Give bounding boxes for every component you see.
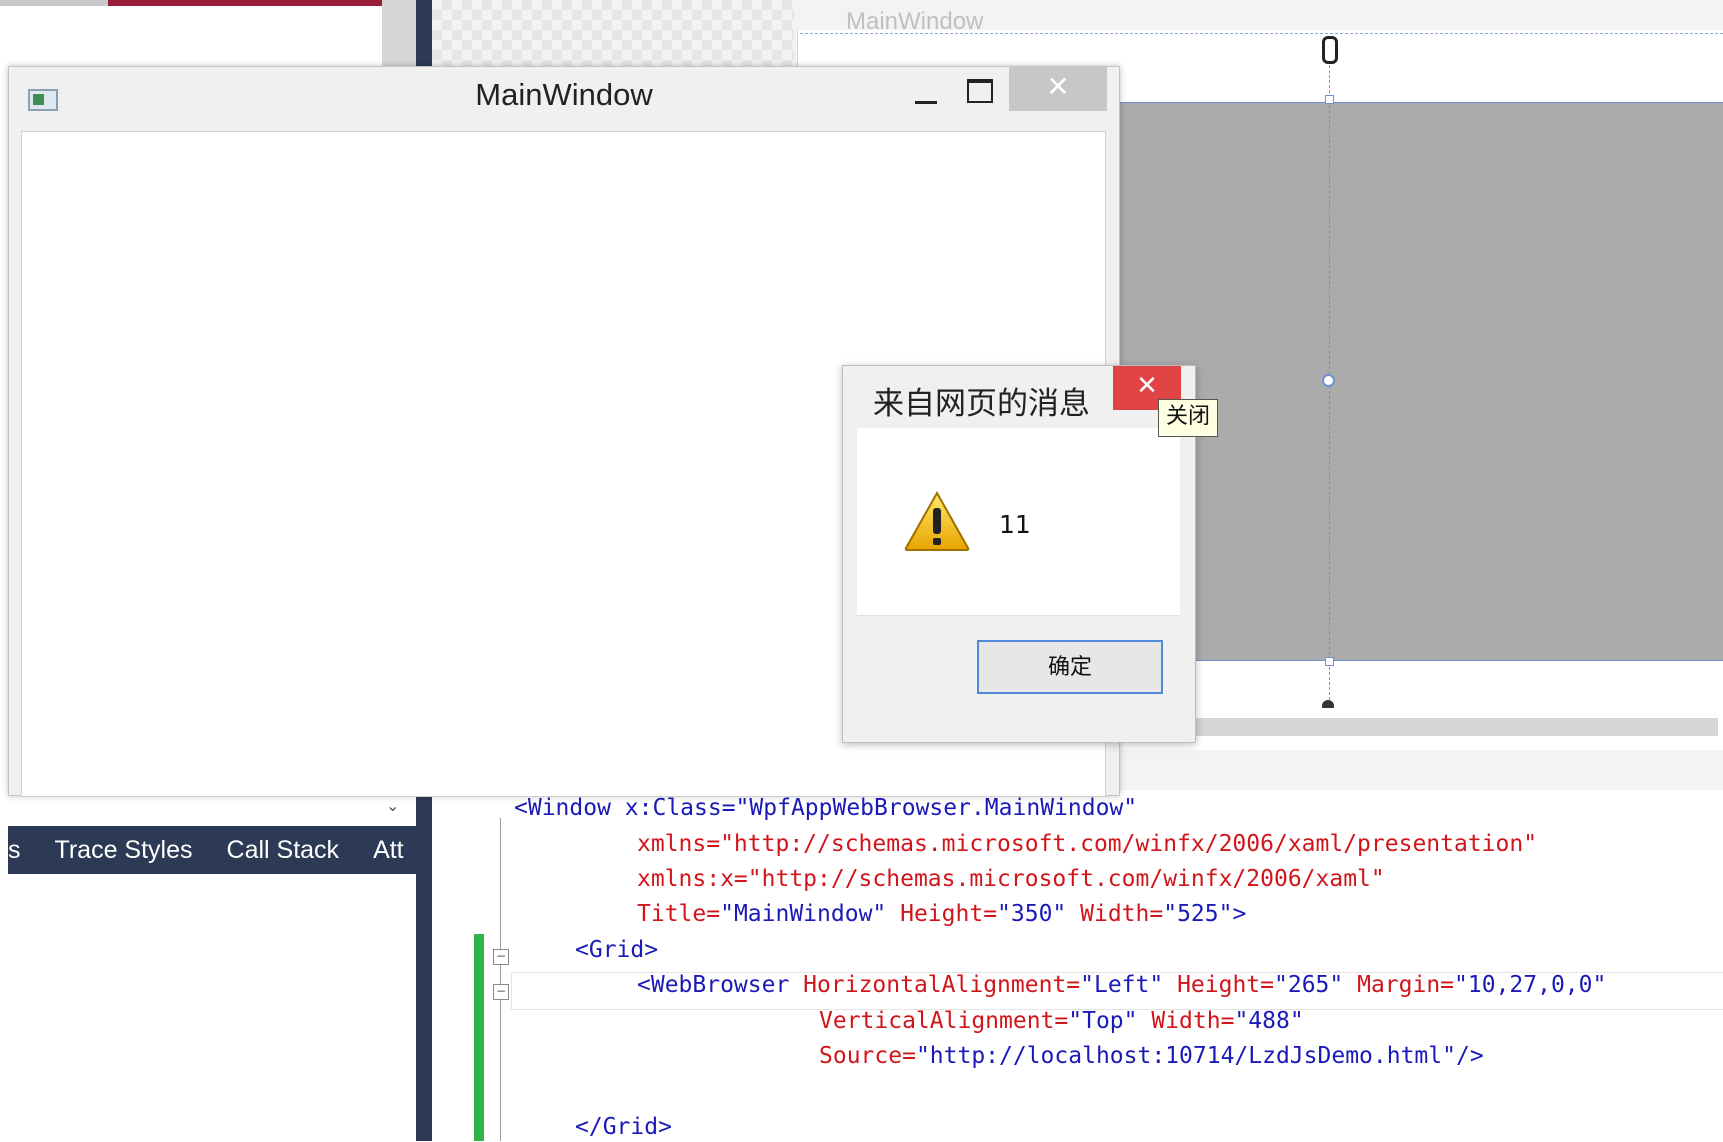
tool-window-tabs: s Trace Styles Call Stack Att <box>8 826 416 874</box>
code-line-8: Source="http://localhost:10714/LzdJsDemo… <box>819 1041 1484 1071</box>
close-button[interactable]: ✕ <box>1009 67 1107 111</box>
tab-trace-styles[interactable]: Trace Styles <box>55 836 193 865</box>
message-dialog: 来自网页的消息 ✕ 11 确定 <box>842 365 1196 743</box>
designer-canvas-background <box>432 0 794 66</box>
anchor-guide-line <box>1329 40 1330 700</box>
code-value: "MainWindow" <box>720 901 887 927</box>
fold-toggle-webbrowser[interactable]: − <box>493 984 509 1000</box>
code-line-6: <WebBrowser HorizontalAlignment="Left" H… <box>637 970 1606 1000</box>
dialog-body: 11 <box>857 428 1180 615</box>
resize-handle-top[interactable] <box>1325 95 1334 104</box>
code-attr: Width= <box>1137 1008 1235 1034</box>
minimize-icon <box>915 101 937 104</box>
code-tag: <WebBrowser <box>637 972 790 998</box>
code-attr: VerticalAlignment= <box>819 1008 1069 1034</box>
close-tooltip: 关闭 <box>1158 399 1218 437</box>
center-handle-icon[interactable] <box>1322 374 1335 387</box>
code-tag-end: /> <box>1455 1043 1484 1069</box>
fold-guide <box>500 818 501 1141</box>
designer-horizontal-scrollbar[interactable] <box>1118 718 1718 736</box>
code-line-2: xmlns="http://schemas.microsoft.com/winf… <box>637 831 1538 857</box>
dialog-message: 11 <box>999 510 1031 539</box>
code-attr: Source= <box>819 1043 916 1069</box>
change-indicator <box>474 934 484 1141</box>
tab-attributes[interactable]: Att <box>373 836 404 865</box>
code-line-4: Title="MainWindow" Height="350" Width="5… <box>637 899 1246 929</box>
dialog-title: 来自网页的消息 <box>873 386 1090 422</box>
code-attr: Height= <box>1163 972 1274 998</box>
code-value: "350" <box>997 901 1067 927</box>
code-value: "488" <box>1234 1008 1304 1034</box>
window-title: MainWindow <box>475 77 653 112</box>
code-line-1: <Window x:Class="WpfAppWebBrowser.MainWi… <box>514 795 1138 821</box>
anchor-bottom-icon[interactable] <box>1322 700 1334 708</box>
fold-toggle-grid[interactable]: − <box>493 949 509 965</box>
code-attr: Margin= <box>1343 972 1455 998</box>
minimize-button[interactable] <box>907 73 941 109</box>
code-value: "265" <box>1274 972 1344 998</box>
ok-button[interactable]: 确定 <box>977 640 1163 694</box>
resize-handle-bottom[interactable] <box>1325 657 1334 666</box>
code-attr: Width= <box>1066 901 1164 927</box>
code-attr: HorizontalAlignment= <box>789 972 1081 998</box>
tab-partial[interactable]: s <box>8 836 21 865</box>
code-line-3: xmlns:x="http://schemas.microsoft.com/wi… <box>637 866 1385 892</box>
code-value: "http://localhost:10714/LzdJsDemo.html" <box>915 1043 1456 1069</box>
warning-icon <box>904 490 970 551</box>
code-line-9: </Grid> <box>575 1114 672 1140</box>
code-tag-end: > <box>1232 901 1247 927</box>
code-value: "Top" <box>1068 1008 1138 1034</box>
tab-call-stack[interactable]: Call Stack <box>227 836 340 865</box>
code-line-5: <Grid> <box>575 937 659 963</box>
code-value: "525" <box>1163 901 1233 927</box>
code-line-7: VerticalAlignment="Top" Width="488" <box>819 1006 1304 1036</box>
maximize-icon <box>967 79 993 103</box>
designer-webbrowser-control[interactable] <box>1118 102 1723 661</box>
code-attr: Title= <box>637 901 721 927</box>
anchor-lock-icon[interactable] <box>1322 36 1338 64</box>
code-attr: Height= <box>886 901 998 927</box>
code-value: "10,27,0,0" <box>1454 972 1607 998</box>
designer-window-title: MainWindow <box>846 8 984 35</box>
maximize-button[interactable] <box>961 75 995 105</box>
chevron-down-icon[interactable]: ⌄ <box>386 796 399 815</box>
top-accent-gap <box>0 0 108 6</box>
code-value: "Left" <box>1080 972 1164 998</box>
